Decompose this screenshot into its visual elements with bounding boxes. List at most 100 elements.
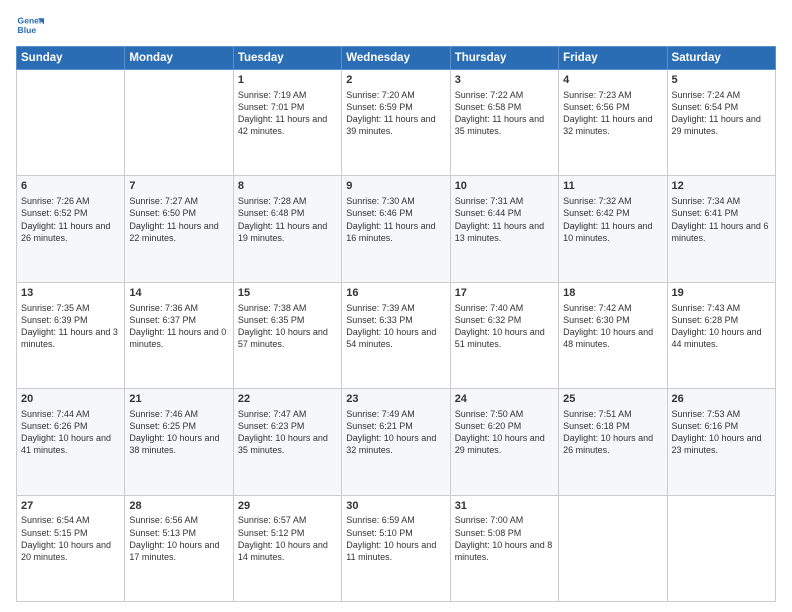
- day-info: Sunrise: 7:42 AM Sunset: 6:30 PM Dayligh…: [563, 302, 662, 351]
- day-cell: 24Sunrise: 7:50 AM Sunset: 6:20 PM Dayli…: [450, 389, 558, 495]
- day-cell: 5Sunrise: 7:24 AM Sunset: 6:54 PM Daylig…: [667, 70, 775, 176]
- weekday-header-wednesday: Wednesday: [342, 47, 450, 70]
- day-info: Sunrise: 7:43 AM Sunset: 6:28 PM Dayligh…: [672, 302, 771, 351]
- day-number: 16: [346, 286, 445, 301]
- day-cell: 28Sunrise: 6:56 AM Sunset: 5:13 PM Dayli…: [125, 495, 233, 601]
- day-number: 5: [672, 73, 771, 88]
- day-number: 19: [672, 286, 771, 301]
- day-cell: 16Sunrise: 7:39 AM Sunset: 6:33 PM Dayli…: [342, 282, 450, 388]
- week-row-1: 1Sunrise: 7:19 AM Sunset: 7:01 PM Daylig…: [17, 70, 776, 176]
- day-cell: 11Sunrise: 7:32 AM Sunset: 6:42 PM Dayli…: [559, 176, 667, 282]
- day-number: 6: [21, 179, 120, 194]
- weekday-header-row: SundayMondayTuesdayWednesdayThursdayFrid…: [17, 47, 776, 70]
- day-number: 11: [563, 179, 662, 194]
- day-info: Sunrise: 7:50 AM Sunset: 6:20 PM Dayligh…: [455, 408, 554, 457]
- day-number: 28: [129, 499, 228, 514]
- weekday-header-tuesday: Tuesday: [233, 47, 341, 70]
- day-info: Sunrise: 7:46 AM Sunset: 6:25 PM Dayligh…: [129, 408, 228, 457]
- day-number: 21: [129, 392, 228, 407]
- day-info: Sunrise: 6:57 AM Sunset: 5:12 PM Dayligh…: [238, 514, 337, 563]
- weekday-header-monday: Monday: [125, 47, 233, 70]
- day-number: 8: [238, 179, 337, 194]
- day-number: 27: [21, 499, 120, 514]
- day-info: Sunrise: 7:23 AM Sunset: 6:56 PM Dayligh…: [563, 89, 662, 138]
- day-cell: 3Sunrise: 7:22 AM Sunset: 6:58 PM Daylig…: [450, 70, 558, 176]
- day-info: Sunrise: 7:24 AM Sunset: 6:54 PM Dayligh…: [672, 89, 771, 138]
- day-cell: [559, 495, 667, 601]
- day-info: Sunrise: 7:40 AM Sunset: 6:32 PM Dayligh…: [455, 302, 554, 351]
- day-cell: 12Sunrise: 7:34 AM Sunset: 6:41 PM Dayli…: [667, 176, 775, 282]
- day-info: Sunrise: 7:39 AM Sunset: 6:33 PM Dayligh…: [346, 302, 445, 351]
- day-cell: 1Sunrise: 7:19 AM Sunset: 7:01 PM Daylig…: [233, 70, 341, 176]
- day-cell: 6Sunrise: 7:26 AM Sunset: 6:52 PM Daylig…: [17, 176, 125, 282]
- day-number: 1: [238, 73, 337, 88]
- day-cell: 17Sunrise: 7:40 AM Sunset: 6:32 PM Dayli…: [450, 282, 558, 388]
- day-info: Sunrise: 7:44 AM Sunset: 6:26 PM Dayligh…: [21, 408, 120, 457]
- day-number: 17: [455, 286, 554, 301]
- day-info: Sunrise: 7:30 AM Sunset: 6:46 PM Dayligh…: [346, 195, 445, 244]
- day-info: Sunrise: 7:22 AM Sunset: 6:58 PM Dayligh…: [455, 89, 554, 138]
- day-cell: 22Sunrise: 7:47 AM Sunset: 6:23 PM Dayli…: [233, 389, 341, 495]
- day-cell: [667, 495, 775, 601]
- day-cell: 27Sunrise: 6:54 AM Sunset: 5:15 PM Dayli…: [17, 495, 125, 601]
- day-info: Sunrise: 7:35 AM Sunset: 6:39 PM Dayligh…: [21, 302, 120, 351]
- week-row-2: 6Sunrise: 7:26 AM Sunset: 6:52 PM Daylig…: [17, 176, 776, 282]
- day-info: Sunrise: 6:54 AM Sunset: 5:15 PM Dayligh…: [21, 514, 120, 563]
- day-cell: 9Sunrise: 7:30 AM Sunset: 6:46 PM Daylig…: [342, 176, 450, 282]
- day-cell: 23Sunrise: 7:49 AM Sunset: 6:21 PM Dayli…: [342, 389, 450, 495]
- day-number: 18: [563, 286, 662, 301]
- day-info: Sunrise: 7:49 AM Sunset: 6:21 PM Dayligh…: [346, 408, 445, 457]
- day-info: Sunrise: 7:28 AM Sunset: 6:48 PM Dayligh…: [238, 195, 337, 244]
- day-number: 29: [238, 499, 337, 514]
- day-cell: 13Sunrise: 7:35 AM Sunset: 6:39 PM Dayli…: [17, 282, 125, 388]
- week-row-3: 13Sunrise: 7:35 AM Sunset: 6:39 PM Dayli…: [17, 282, 776, 388]
- day-number: 31: [455, 499, 554, 514]
- day-cell: 25Sunrise: 7:51 AM Sunset: 6:18 PM Dayli…: [559, 389, 667, 495]
- day-number: 9: [346, 179, 445, 194]
- day-info: Sunrise: 7:36 AM Sunset: 6:37 PM Dayligh…: [129, 302, 228, 351]
- day-number: 25: [563, 392, 662, 407]
- day-info: Sunrise: 7:34 AM Sunset: 6:41 PM Dayligh…: [672, 195, 771, 244]
- day-number: 24: [455, 392, 554, 407]
- day-info: Sunrise: 7:38 AM Sunset: 6:35 PM Dayligh…: [238, 302, 337, 351]
- day-cell: 18Sunrise: 7:42 AM Sunset: 6:30 PM Dayli…: [559, 282, 667, 388]
- day-number: 26: [672, 392, 771, 407]
- day-cell: 15Sunrise: 7:38 AM Sunset: 6:35 PM Dayli…: [233, 282, 341, 388]
- logo: General Blue: [16, 12, 44, 40]
- day-cell: 7Sunrise: 7:27 AM Sunset: 6:50 PM Daylig…: [125, 176, 233, 282]
- day-cell: 30Sunrise: 6:59 AM Sunset: 5:10 PM Dayli…: [342, 495, 450, 601]
- week-row-5: 27Sunrise: 6:54 AM Sunset: 5:15 PM Dayli…: [17, 495, 776, 601]
- day-cell: 29Sunrise: 6:57 AM Sunset: 5:12 PM Dayli…: [233, 495, 341, 601]
- day-number: 2: [346, 73, 445, 88]
- day-cell: 31Sunrise: 7:00 AM Sunset: 5:08 PM Dayli…: [450, 495, 558, 601]
- header: General Blue: [16, 12, 776, 40]
- day-info: Sunrise: 7:53 AM Sunset: 6:16 PM Dayligh…: [672, 408, 771, 457]
- day-info: Sunrise: 7:31 AM Sunset: 6:44 PM Dayligh…: [455, 195, 554, 244]
- day-number: 10: [455, 179, 554, 194]
- day-info: Sunrise: 7:51 AM Sunset: 6:18 PM Dayligh…: [563, 408, 662, 457]
- day-info: Sunrise: 7:20 AM Sunset: 6:59 PM Dayligh…: [346, 89, 445, 138]
- day-number: 15: [238, 286, 337, 301]
- day-cell: 19Sunrise: 7:43 AM Sunset: 6:28 PM Dayli…: [667, 282, 775, 388]
- weekday-header-friday: Friday: [559, 47, 667, 70]
- day-cell: 21Sunrise: 7:46 AM Sunset: 6:25 PM Dayli…: [125, 389, 233, 495]
- week-row-4: 20Sunrise: 7:44 AM Sunset: 6:26 PM Dayli…: [17, 389, 776, 495]
- day-cell: 14Sunrise: 7:36 AM Sunset: 6:37 PM Dayli…: [125, 282, 233, 388]
- logo-icon: General Blue: [16, 12, 44, 40]
- day-info: Sunrise: 7:47 AM Sunset: 6:23 PM Dayligh…: [238, 408, 337, 457]
- day-number: 23: [346, 392, 445, 407]
- day-info: Sunrise: 7:32 AM Sunset: 6:42 PM Dayligh…: [563, 195, 662, 244]
- day-number: 22: [238, 392, 337, 407]
- day-number: 30: [346, 499, 445, 514]
- day-number: 12: [672, 179, 771, 194]
- weekday-header-sunday: Sunday: [17, 47, 125, 70]
- day-cell: 8Sunrise: 7:28 AM Sunset: 6:48 PM Daylig…: [233, 176, 341, 282]
- day-info: Sunrise: 7:00 AM Sunset: 5:08 PM Dayligh…: [455, 514, 554, 563]
- day-number: 3: [455, 73, 554, 88]
- svg-text:General: General: [18, 16, 44, 26]
- day-info: Sunrise: 6:59 AM Sunset: 5:10 PM Dayligh…: [346, 514, 445, 563]
- day-number: 13: [21, 286, 120, 301]
- day-cell: [17, 70, 125, 176]
- day-info: Sunrise: 7:26 AM Sunset: 6:52 PM Dayligh…: [21, 195, 120, 244]
- day-number: 7: [129, 179, 228, 194]
